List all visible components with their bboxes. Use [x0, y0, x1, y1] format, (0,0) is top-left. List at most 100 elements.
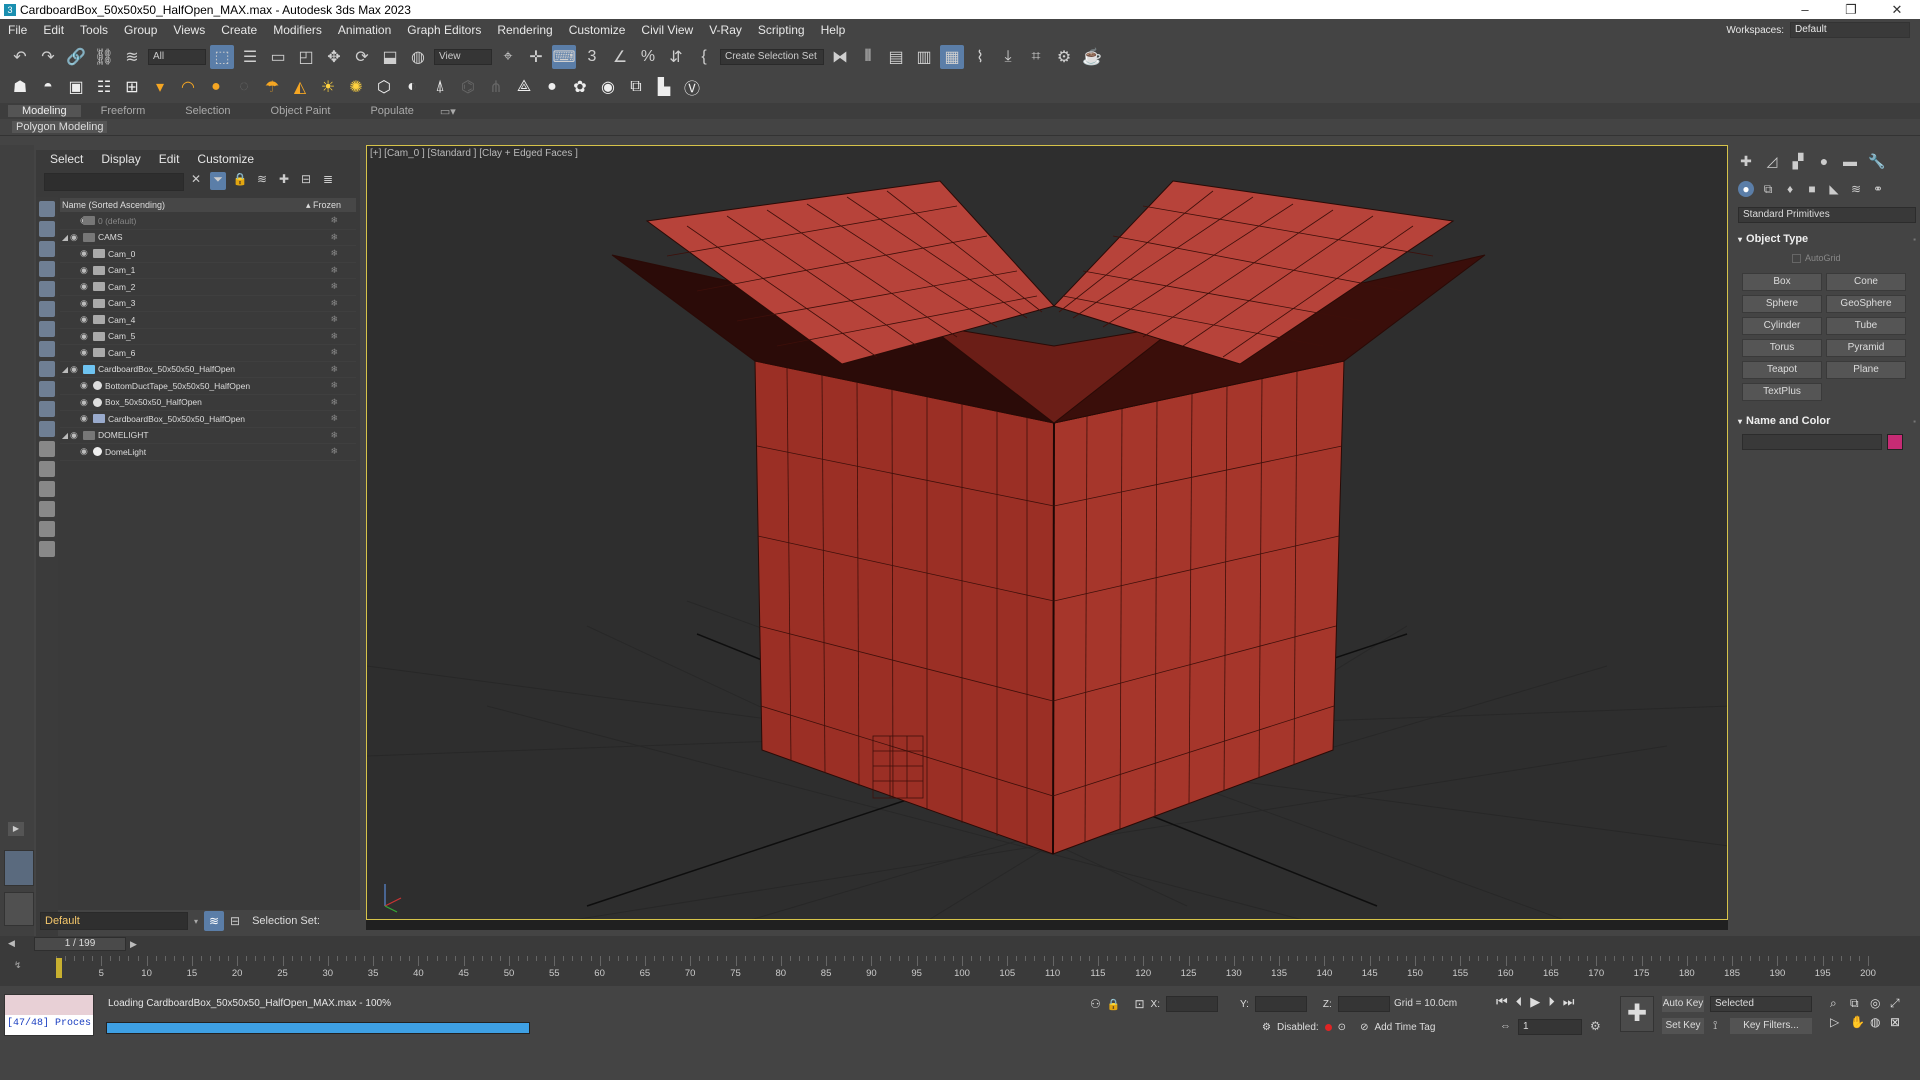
set-keys-button[interactable]: ✚	[1620, 996, 1654, 1032]
freeze-icon[interactable]: ❄	[330, 347, 338, 358]
eye-icon[interactable]: ◉	[80, 281, 90, 292]
freeze-icon[interactable]: ❄	[330, 380, 338, 391]
new-layer-icon[interactable]: ✚	[276, 172, 292, 190]
vray-plane-icon[interactable]: ◐	[400, 75, 424, 99]
filter-icon[interactable]: ⏷	[210, 172, 226, 190]
cylinder-button[interactable]: Cylinder	[1742, 317, 1822, 335]
decal-icon[interactable]: ⋔	[484, 75, 508, 99]
menu-group[interactable]: Group	[116, 23, 165, 37]
viewport[interactable]	[366, 145, 1728, 920]
eye-icon[interactable]: ◉	[80, 298, 90, 309]
display-xrefs-icon[interactable]	[39, 341, 55, 357]
bind-space-warp-icon[interactable]: ≋	[120, 45, 144, 69]
curve-editor-mini-icon[interactable]: ↯	[14, 960, 22, 971]
curve-editor-icon[interactable]: ⌇	[968, 45, 992, 69]
display-frozen-icon[interactable]	[39, 401, 55, 417]
angle-snap-icon[interactable]: ∠	[608, 45, 632, 69]
eye-icon[interactable]: ◉	[80, 397, 90, 408]
sun-sky-icon[interactable]: ✺	[344, 75, 368, 99]
menu-modifiers[interactable]: Modifiers	[265, 23, 330, 37]
eye-icon[interactable]: ◉	[80, 265, 90, 276]
sphere-fade-icon[interactable]: ⌬	[456, 75, 480, 99]
eye-icon[interactable]: ◉	[70, 215, 88, 226]
object-color-swatch[interactable]	[1887, 434, 1903, 450]
tree-row-cam[interactable]: ◉ Cam_5 ❄	[60, 329, 356, 345]
geometry-icon[interactable]: ●	[1738, 181, 1754, 197]
fur-icon[interactable]: ⍋	[428, 75, 452, 99]
set-key-button[interactable]: Set Key	[1662, 1018, 1704, 1034]
redo-icon[interactable]: ↷	[36, 45, 60, 69]
object-name-input[interactable]	[1742, 434, 1882, 450]
material-sphere-icon[interactable]: ●	[540, 75, 564, 99]
box-button[interactable]: Box	[1742, 273, 1822, 291]
vray-light-icon[interactable]: ▾	[148, 75, 172, 99]
convert-materials-icon[interactable]: ⧉	[624, 75, 648, 99]
multi-material-icon[interactable]: ✿	[568, 75, 592, 99]
primitive-category-dropdown[interactable]: Standard Primitives	[1738, 207, 1916, 223]
named-selection-dropdown[interactable]: Create Selection Set	[720, 49, 824, 65]
ribbon-toggle-icon[interactable]: ▦	[940, 45, 964, 69]
textplus-button[interactable]: TextPlus	[1742, 383, 1822, 401]
key-mode-icon[interactable]: ⇔	[1500, 1020, 1511, 1032]
display-groups-icon[interactable]	[39, 321, 55, 337]
render-icon[interactable]: ☕	[1080, 45, 1104, 69]
display-cameras-icon[interactable]	[39, 261, 55, 277]
tree-row-cardboard-layer[interactable]: ◢ ◉ CardboardBox_50x50x50_HalfOpen ❄	[60, 362, 356, 378]
tree-row-mesh[interactable]: ◉ Box_50x50x50_HalfOpen ❄	[60, 395, 356, 411]
display-helpers-icon[interactable]	[39, 281, 55, 297]
utilities-tab-icon[interactable]: 🔧	[1868, 153, 1885, 169]
menu-civil-view[interactable]: Civil View	[633, 23, 701, 37]
selection-filter-dropdown[interactable]: All	[148, 49, 206, 65]
menu-tools[interactable]: Tools	[72, 23, 116, 37]
timeline-ruler[interactable]: 5 10 15 20 25 30 35 40 45 50 55 60 65 70 75 80 85 90 95 100…	[56, 956, 1876, 982]
eye-icon[interactable]: ◉	[70, 232, 80, 243]
x-coordinate-input[interactable]	[1165, 996, 1218, 1012]
display-none-icon[interactable]	[39, 461, 55, 477]
zoom-icon[interactable]: ⌕	[1830, 996, 1850, 1011]
eye-icon[interactable]: ◉	[80, 380, 90, 391]
unlink-icon[interactable]: ⛓	[92, 45, 116, 69]
autogrid-checkbox[interactable]: AutoGrid	[1792, 253, 1841, 263]
layer-explorer-icon[interactable]: ▤	[884, 45, 908, 69]
teapot-button[interactable]: Teapot	[1742, 361, 1822, 379]
hierarchy-icon[interactable]: ⊟	[298, 172, 314, 190]
select-by-name-icon[interactable]: ☰	[238, 45, 262, 69]
menu-animation[interactable]: Animation	[330, 23, 399, 37]
next-key-icon[interactable]: ⏵	[1548, 994, 1555, 1010]
next-frame-icon[interactable]: ▶	[130, 939, 137, 950]
z-coordinate-input[interactable]	[1337, 996, 1390, 1012]
tab-modeling[interactable]: Modeling	[8, 105, 81, 117]
keyboard-shortcut-override-icon[interactable]: ⌨	[552, 45, 576, 69]
vray-logo-icon[interactable]: Ⓥ	[680, 75, 704, 99]
mesh-light-icon[interactable]: ◌	[232, 75, 256, 99]
eye-icon[interactable]: ◉	[70, 430, 80, 441]
ies-light-icon[interactable]: ☂	[260, 75, 284, 99]
hierarchy-toggle-icon[interactable]: ⊟	[230, 914, 240, 928]
key-set-dropdown[interactable]: Selected	[1710, 996, 1812, 1012]
pyramid-button[interactable]: Pyramid	[1826, 339, 1906, 357]
create-tab-icon[interactable]: ✚	[1738, 153, 1754, 169]
mirror-icon[interactable]: ⧓	[828, 45, 852, 69]
scene-column-header[interactable]: Name (Sorted Ascending) ▴ Frozen	[60, 198, 356, 212]
display-containers-icon[interactable]	[39, 381, 55, 397]
vray-scene-icon[interactable]: ⟁	[512, 75, 536, 99]
freeze-icon[interactable]: ❄	[330, 446, 338, 457]
scene-menu-select[interactable]: Select	[50, 152, 83, 166]
tree-row-default-layer[interactable]: ◉ 0 (default) ❄	[60, 213, 356, 230]
restore-icon[interactable]: ❐	[1828, 2, 1874, 18]
freeze-icon[interactable]: ❄	[330, 314, 338, 325]
pan-icon[interactable]: ✋	[1850, 1015, 1870, 1029]
menu-customize[interactable]: Customize	[561, 23, 634, 37]
eye-icon[interactable]: ◉	[80, 347, 90, 358]
workspaces-dropdown[interactable]: Default	[1790, 22, 1910, 38]
tree-row-cams[interactable]: ◢ ◉ CAMS ❄	[60, 230, 356, 246]
material-library-icon[interactable]: ◉	[596, 75, 620, 99]
polygon-modeling-label[interactable]: Polygon Modeling	[12, 121, 108, 133]
lister-icon[interactable]: ⊞	[120, 75, 144, 99]
object-type-rollout[interactable]: ▾ Object Type ▪	[1738, 231, 1916, 247]
tab-freeform[interactable]: Freeform	[81, 105, 166, 117]
add-time-tag[interactable]: Add Time Tag	[1374, 1022, 1435, 1033]
frame-buffer-icon[interactable]: ▣	[64, 75, 88, 99]
absolute-mode-icon[interactable]: ⊡	[1134, 997, 1144, 1011]
vray-proxy-icon[interactable]: ⬡	[372, 75, 396, 99]
